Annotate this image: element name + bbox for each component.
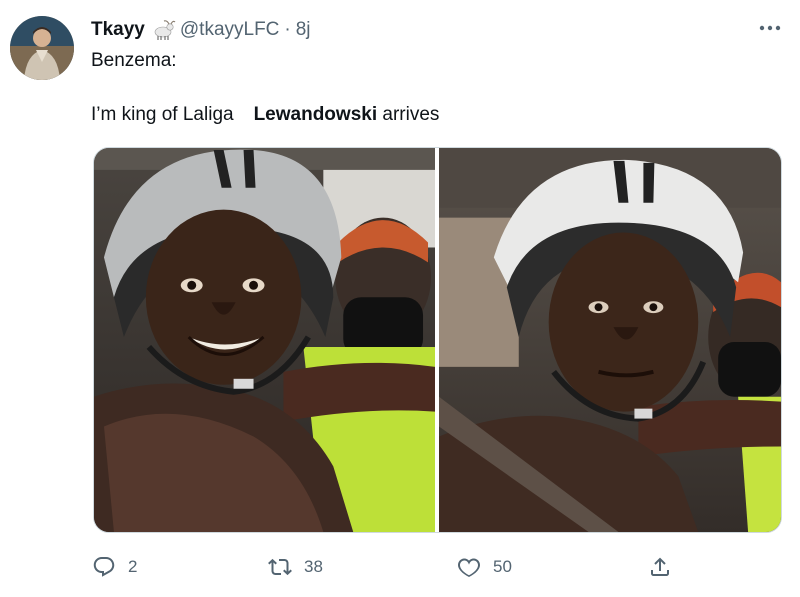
avatar-image xyxy=(10,16,74,80)
tweet-header: Tkayy @tkayyLFC · 8j xyxy=(91,18,311,42)
like-button[interactable]: 50 xyxy=(457,552,512,582)
right-meme-photo xyxy=(438,148,781,532)
display-name[interactable]: Tkayy xyxy=(91,19,145,41)
left-meme-photo xyxy=(94,148,435,532)
tweet-text-bold: Lewandowski xyxy=(253,104,378,125)
handle[interactable]: @tkayyLFC xyxy=(180,19,280,41)
tweet-text-line-1: Benzema: xyxy=(91,50,177,71)
media-panel-left[interactable] xyxy=(94,148,435,532)
avatar[interactable] xyxy=(10,16,74,80)
goat-icon xyxy=(150,19,176,41)
share-icon xyxy=(648,555,672,579)
heart-icon xyxy=(457,555,481,579)
retweet-count: 38 xyxy=(304,557,323,576)
retweet-button[interactable]: 38 xyxy=(268,552,323,582)
timestamp[interactable]: 8j xyxy=(296,19,311,41)
share-button[interactable] xyxy=(648,552,672,582)
more-horizontal-icon[interactable] xyxy=(756,18,784,38)
tweet-text-part2: arrives xyxy=(382,104,440,125)
reply-icon xyxy=(92,555,116,579)
separator-dot: · xyxy=(284,19,291,40)
media-panel-right[interactable] xyxy=(438,148,781,532)
tweet-media[interactable] xyxy=(93,147,782,533)
reply-count: 2 xyxy=(128,557,138,576)
retweet-icon xyxy=(268,555,292,579)
tweet: Tkayy @tkayyLFC · 8j Benzema: I’m king o… xyxy=(0,0,800,597)
like-count: 50 xyxy=(493,557,512,576)
reply-button[interactable]: 2 xyxy=(92,552,137,582)
tweet-text-line-2: I’m king of Laliga Lewandowski arrives xyxy=(91,104,439,126)
tweet-actions: 2 38 50 xyxy=(0,552,800,582)
tweet-text-part1: I’m king of Laliga xyxy=(91,104,234,125)
